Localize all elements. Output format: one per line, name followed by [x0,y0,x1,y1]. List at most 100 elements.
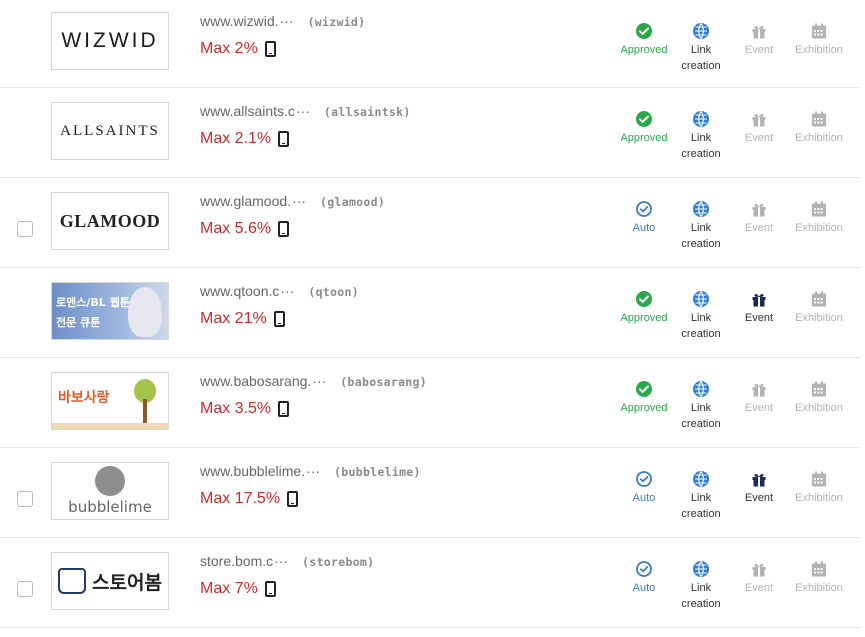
max-commission-text: Max 7% [200,580,258,597]
calendar-icon [810,110,828,128]
max-commission-text: Max 17.5% [200,490,281,507]
logo-text: WIZWID [61,29,159,52]
merchant-url[interactable]: www.bubblelime. [200,463,305,479]
select-checkbox[interactable] [17,491,33,507]
merchant-logo[interactable]: 로맨스/BL 웹툰 전문 큐툰 [51,282,169,340]
status-label: Approved [620,132,668,144]
event-button[interactable]: Event [733,200,785,236]
event-button[interactable]: Event [733,22,785,58]
link-creation-button[interactable]: Link creation [673,22,729,74]
event-button[interactable]: Event [733,380,785,416]
link-creation-button[interactable]: Link creation [673,380,729,432]
calendar-icon [810,200,828,218]
event-label: Event [744,312,774,324]
status-approved[interactable]: Approved [611,110,677,146]
max-commission-text: Max 2.1% [200,130,272,147]
status-label: Auto [632,582,656,594]
merchant-logo[interactable]: 바보사랑 [51,372,169,430]
exhibition-label: Exhibition [795,492,843,504]
event-button[interactable]: Event [733,110,785,146]
gift-icon [750,470,768,488]
globe-icon [692,470,710,488]
exhibition-button[interactable]: Exhibition [787,22,851,58]
merchant-row: 로맨스/BL 웹툰 전문 큐툰 www.qtoon.c··· (qtoon) Max … [0,268,860,358]
exhibition-label: Exhibition [795,312,843,324]
select-checkbox[interactable] [17,221,33,237]
truncation-ellipsis: ··· [306,463,321,479]
exhibition-label: Exhibition [795,44,843,56]
exhibition-button[interactable]: Exhibition [787,380,851,416]
status-label: Auto [632,492,656,504]
truncation-ellipsis: ··· [280,283,295,299]
link-creation-button[interactable]: Link creation [673,110,729,162]
truncation-ellipsis: ··· [279,13,294,29]
max-commission: Max 5.6% [200,220,290,238]
max-commission-text: Max 5.6% [200,220,272,237]
status-approved[interactable]: Approved [611,22,677,58]
max-commission: Max 2.1% [200,130,290,148]
gift-icon [750,290,768,308]
merchant-logo[interactable]: ALLSAINTS [51,102,169,160]
exhibition-label: Exhibition [795,582,843,594]
event-label: Event [744,492,774,504]
merchant-url-line: store.bom.c··· (storebom) [200,553,374,569]
merchant-url-line: www.wizwid.··· (wizwid) [200,13,365,29]
globe-icon [692,560,710,578]
globe-icon [692,110,710,128]
merchant-row: 스토어봄 store.bom.c··· (storebom) Max 7% Auto Li… [0,538,860,628]
event-button[interactable]: Event [733,290,785,326]
exhibition-button[interactable]: Exhibition [787,470,851,506]
link-creation-button[interactable]: Link creation [673,200,729,252]
link-creation-button[interactable]: Link creation [673,470,729,522]
status-label: Approved [620,44,668,56]
merchant-list: WIZWID www.wizwid.··· (wizwid) Max 2% Approv… [0,0,860,628]
status-approved[interactable]: Approved [611,380,677,416]
merchant-url[interactable]: www.allsaints.c [200,103,295,119]
merchant-url[interactable]: www.wizwid. [200,13,279,29]
logo-text: 스토어봄 [92,571,162,594]
event-label: Event [744,582,774,594]
merchant-row: ALLSAINTS www.allsaints.c··· (allsaintsk) M… [0,88,860,178]
event-button[interactable]: Event [733,470,785,506]
gift-icon [750,110,768,128]
globe-icon [692,200,710,218]
max-commission: Max 2% [200,40,276,58]
status-auto[interactable]: Auto [611,560,677,596]
merchant-url-line: www.qtoon.c··· (qtoon) [200,283,359,299]
truncation-ellipsis: ··· [312,373,327,389]
event-button[interactable]: Event [733,560,785,596]
exhibition-button[interactable]: Exhibition [787,110,851,146]
calendar-icon [810,470,828,488]
link-creation-button[interactable]: Link creation [673,290,729,342]
calendar-icon [810,560,828,578]
merchant-url-line: www.babosarang.··· (babosarang) [200,373,427,389]
merchant-logo[interactable]: 스토어봄 [51,552,169,610]
max-commission: Max 17.5% [200,490,299,508]
link-creation-button[interactable]: Link creation [673,560,729,612]
merchant-url[interactable]: www.glamood. [200,193,291,209]
mobile-icon [278,131,290,147]
merchant-logo[interactable]: GLAMOOD [51,192,169,250]
merchant-url[interactable]: www.babosarang. [200,373,311,389]
check-outline-icon [635,560,653,578]
select-checkbox[interactable] [17,581,33,597]
merchant-url[interactable]: www.qtoon.c [200,283,279,299]
merchant-logo[interactable]: WIZWID [51,12,169,70]
merchant-url-line: www.glamood.··· (glamood) [200,193,385,209]
link-creation-label: Link creation [681,582,721,610]
merchant-logo[interactable]: bubblelime [51,462,169,520]
globe-icon [692,290,710,308]
status-auto[interactable]: Auto [611,200,677,236]
max-commission-text: Max 2% [200,40,258,57]
merchant-handle: (allsaintsk) [323,105,411,119]
check-circle-icon [635,22,653,40]
link-creation-label: Link creation [681,44,721,72]
max-commission: Max 21% [200,310,285,328]
exhibition-button[interactable]: Exhibition [787,200,851,236]
status-approved[interactable]: Approved [611,290,677,326]
status-auto[interactable]: Auto [611,470,677,506]
exhibition-button[interactable]: Exhibition [787,290,851,326]
exhibition-button[interactable]: Exhibition [787,560,851,596]
merchant-handle: (bubblelime) [334,465,421,479]
merchant-url[interactable]: store.bom.c [200,553,273,569]
